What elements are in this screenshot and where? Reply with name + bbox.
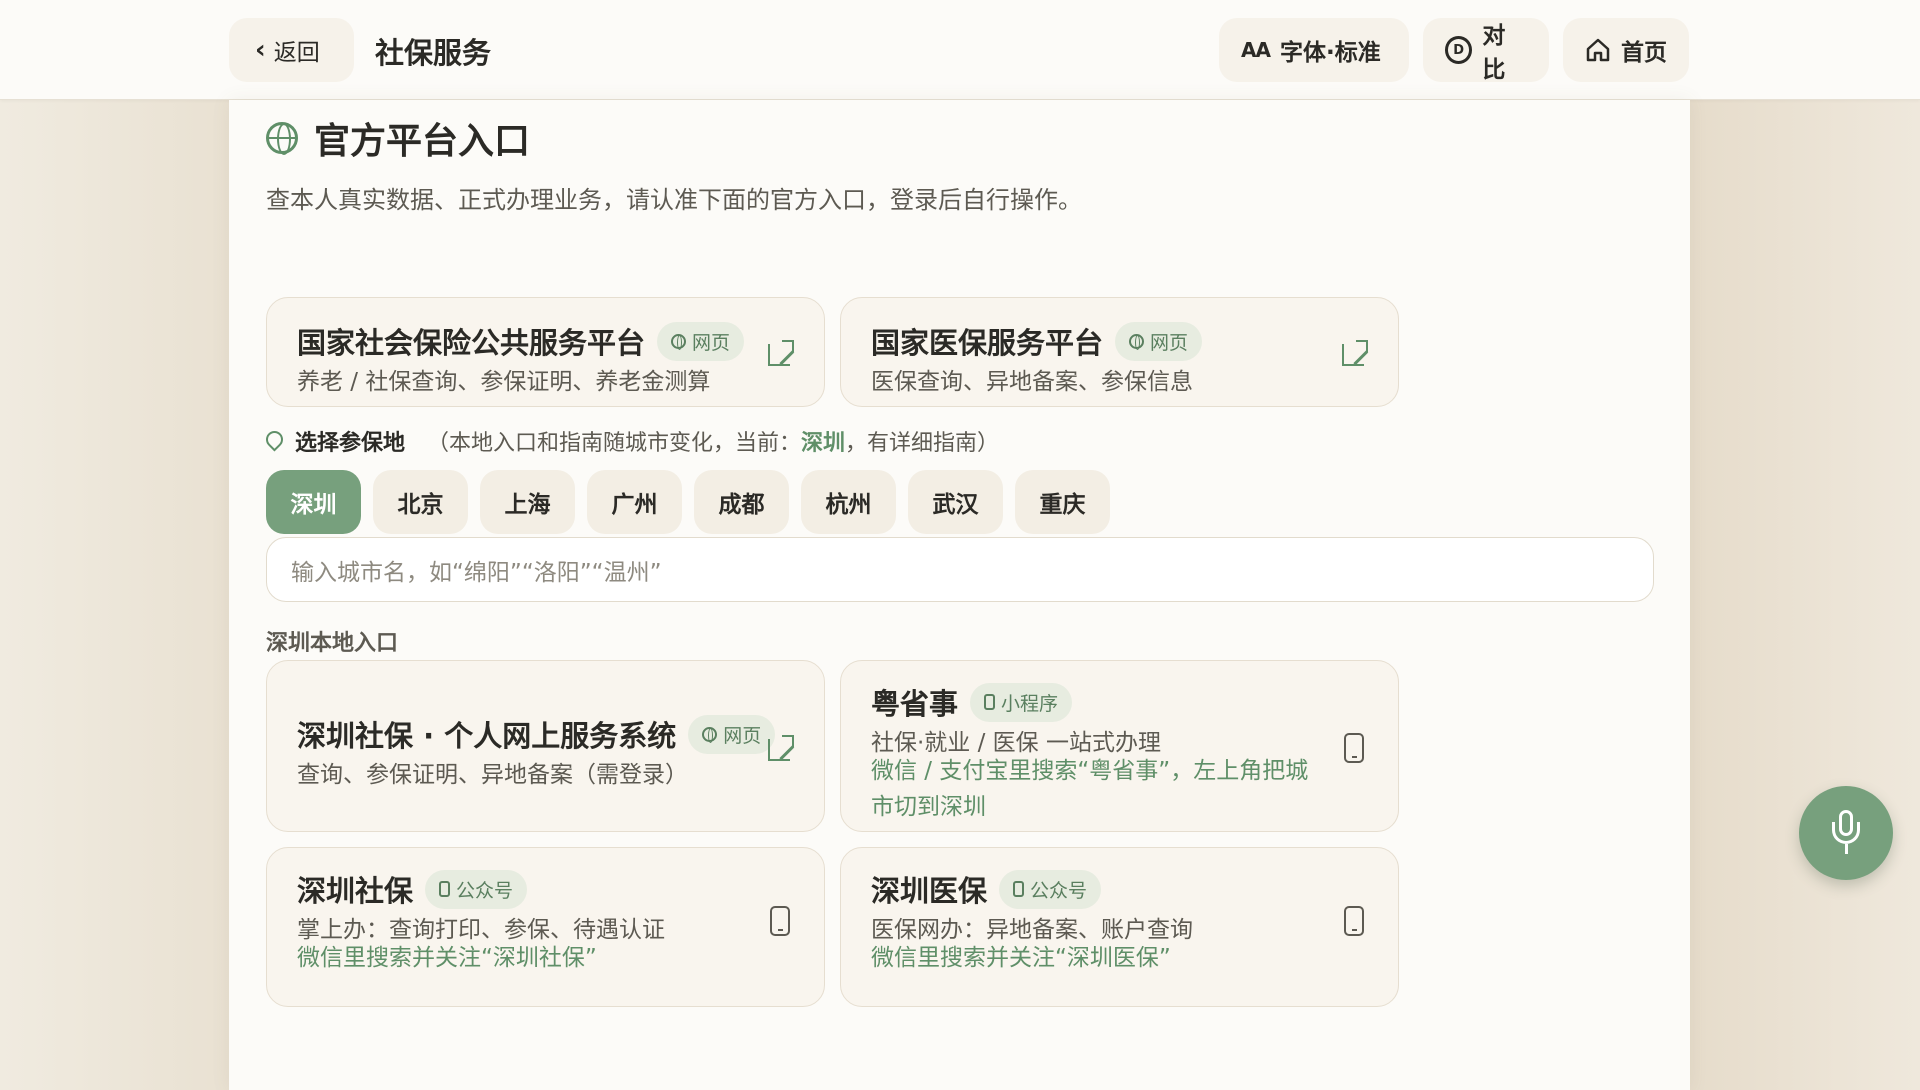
section-title: 官方平台入口	[314, 121, 531, 162]
card-subtitle: 查询、参保证明、异地备案（需登录）	[297, 762, 688, 788]
phone-icon	[770, 906, 790, 936]
local-section-heading: 深圳本地入口	[266, 631, 399, 656]
external-link-icon	[768, 735, 794, 761]
home-button[interactable]: 首页	[1563, 18, 1689, 82]
card-title: 深圳社保 · 个人网上服务系统	[297, 719, 677, 753]
city-hangzhou[interactable]: 杭州	[801, 470, 896, 534]
official-account-tag: 公众号	[425, 869, 528, 909]
section-header: 官方平台入口	[266, 112, 530, 164]
external-link-icon	[1342, 340, 1368, 366]
phone-icon	[1344, 906, 1364, 936]
city-shenzhen[interactable]: 深圳	[266, 470, 361, 534]
font-size-label: 字体·标准	[1279, 40, 1381, 66]
national-card-medical-insurance[interactable]: 国家医保服务平台 网页 医保查询、异地备案、参保信息	[840, 297, 1399, 407]
card-subtitle: 医保查询、异地备案、参保信息	[871, 369, 1193, 395]
chevron-left-icon: ‹	[255, 35, 266, 65]
city-guangzhou[interactable]: 广州	[587, 470, 682, 534]
local-card-yueshengshi[interactable]: 粤省事 小程序 社保·就业 / 医保 一站式办理 微信 / 支付宝里搜索“粤省事…	[840, 660, 1399, 832]
section-description: 查本人真实数据、正式办理业务，请认准下面的官方入口，登录后自行操作。	[266, 186, 1082, 214]
miniprogram-tag: 小程序	[970, 682, 1073, 722]
background-left	[0, 0, 229, 1090]
background-right	[1690, 0, 1920, 1090]
local-card-shenzhen-medical[interactable]: 深圳医保 公众号 医保网办：异地备案、账户查询 微信里搜索并关注“深圳医保”	[840, 847, 1399, 1007]
back-label: 返回	[273, 40, 320, 66]
city-selector: 深圳 北京 上海 广州 成都 杭州 武汉 重庆	[266, 470, 1110, 534]
city-search-input[interactable]: 输入城市名，如“绵阳”“洛阳”“温州”	[266, 537, 1654, 602]
globe-icon	[702, 726, 718, 743]
card-hint: 微信 / 支付宝里搜索“粤省事”，左上角把城市切到深圳	[871, 758, 1309, 820]
web-tag: 网页	[657, 321, 745, 361]
card-subtitle: 医保网办：异地备案、账户查询	[871, 917, 1193, 943]
card-title: 国家社会保险公共服务平台	[297, 326, 646, 360]
web-tag: 网页	[688, 714, 776, 754]
back-button[interactable]: ‹ 返回	[229, 18, 354, 82]
tag-label: 网页	[723, 724, 762, 747]
top-bar: ‹ 返回 社保服务 AA 字体·标准 D 对比 首页	[0, 0, 1920, 100]
tag-label: 网页	[1150, 331, 1189, 354]
location-label: 选择参保地	[295, 431, 406, 456]
contrast-icon: D	[1445, 36, 1473, 64]
font-size-icon: AA	[1241, 38, 1271, 62]
page-title: 社保服务	[375, 36, 492, 70]
globe-icon	[671, 333, 687, 350]
card-title: 深圳社保	[297, 874, 414, 908]
city-shanghai[interactable]: 上海	[480, 470, 575, 534]
card-subtitle: 社保·就业 / 医保 一站式办理	[871, 730, 1161, 756]
official-account-tag: 公众号	[999, 869, 1102, 909]
location-selector-label: 选择参保地 （本地入口和指南随城市变化，当前：深圳，有详细指南）	[266, 425, 999, 457]
external-link-icon	[768, 340, 794, 366]
card-title: 深圳医保	[871, 874, 988, 908]
home-icon	[1586, 38, 1610, 62]
globe-icon	[266, 122, 298, 155]
card-hint: 微信里搜索并关注“深圳社保”	[297, 945, 597, 971]
phone-icon	[1013, 881, 1025, 897]
home-label: 首页	[1621, 40, 1667, 66]
card-subtitle: 掌上办：查询打印、参保、待遇认证	[297, 917, 665, 943]
phone-icon	[439, 881, 451, 897]
city-chongqing[interactable]: 重庆	[1015, 470, 1110, 534]
national-card-social-insurance[interactable]: 国家社会保险公共服务平台 网页 养老 / 社保查询、参保证明、养老金测算	[266, 297, 825, 407]
local-card-shenzhen-social[interactable]: 深圳社保 公众号 掌上办：查询打印、参保、待遇认证 微信里搜索并关注“深圳社保”	[266, 847, 825, 1007]
phone-icon	[1344, 733, 1364, 763]
contrast-button[interactable]: D 对比	[1423, 18, 1549, 83]
tag-label: 公众号	[1030, 879, 1088, 902]
city-wuhan[interactable]: 武汉	[908, 470, 1003, 534]
main-panel: 官方平台入口 查本人真实数据、正式办理业务，请认准下面的官方入口，登录后自行操作…	[229, 100, 1690, 1090]
card-hint: 微信里搜索并关注“深圳医保”	[871, 945, 1171, 971]
contrast-label: 对比	[1482, 23, 1506, 83]
font-size-button[interactable]: AA 字体·标准	[1219, 18, 1409, 82]
tag-label: 网页	[692, 331, 731, 354]
globe-icon	[1129, 333, 1145, 350]
tag-label: 小程序	[1001, 692, 1059, 715]
card-subtitle: 养老 / 社保查询、参保证明、养老金测算	[297, 369, 711, 395]
local-card-shenzhen-online[interactable]: 深圳社保 · 个人网上服务系统 网页 查询、参保证明、异地备案（需登录）	[266, 660, 825, 832]
location-note: （本地入口和指南随城市变化，当前：深圳，有详细指南）	[427, 431, 1000, 456]
web-tag: 网页	[1115, 321, 1203, 361]
current-city: 深圳	[801, 431, 846, 456]
phone-icon	[984, 694, 996, 710]
tag-label: 公众号	[456, 879, 514, 902]
card-title: 粤省事	[871, 687, 959, 721]
card-title: 国家医保服务平台	[871, 326, 1104, 360]
city-beijing[interactable]: 北京	[373, 470, 468, 534]
location-pin-icon	[266, 431, 283, 451]
city-chengdu[interactable]: 成都	[694, 470, 789, 534]
voice-input-button[interactable]	[1799, 786, 1893, 880]
